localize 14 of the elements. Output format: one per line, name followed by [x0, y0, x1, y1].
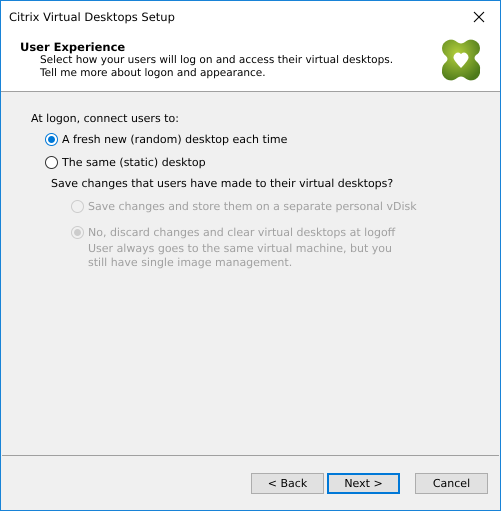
option-label[interactable]: A fresh new (random) desktop each time: [62, 132, 288, 146]
radio-button[interactable]: [45, 132, 58, 146]
page-description: Select how your users will log on and access their virtual desktops.: [40, 54, 394, 67]
dialog-button[interactable]: Cancel: [415, 472, 488, 494]
dialog-button[interactable]: Next >: [327, 472, 400, 494]
dialog-button[interactable]: < Back: [251, 472, 324, 494]
option-label[interactable]: The same (static) desktop: [62, 156, 206, 168]
radio-button[interactable]: [45, 156, 58, 168]
page-title: User Experience: [20, 40, 126, 54]
sub-prompt-label: Save changes that users have made to their virtual desktops?: [51, 176, 394, 192]
page-description: Tell me more about logon and appearance.: [40, 67, 267, 80]
prompt-label: At logon, connect users to:: [31, 112, 180, 125]
window-title: Citrix Virtual Desktops Setup: [9, 10, 175, 24]
option-description: User always goes to the same virtual machine, but you still have single image management.: [88, 242, 393, 270]
